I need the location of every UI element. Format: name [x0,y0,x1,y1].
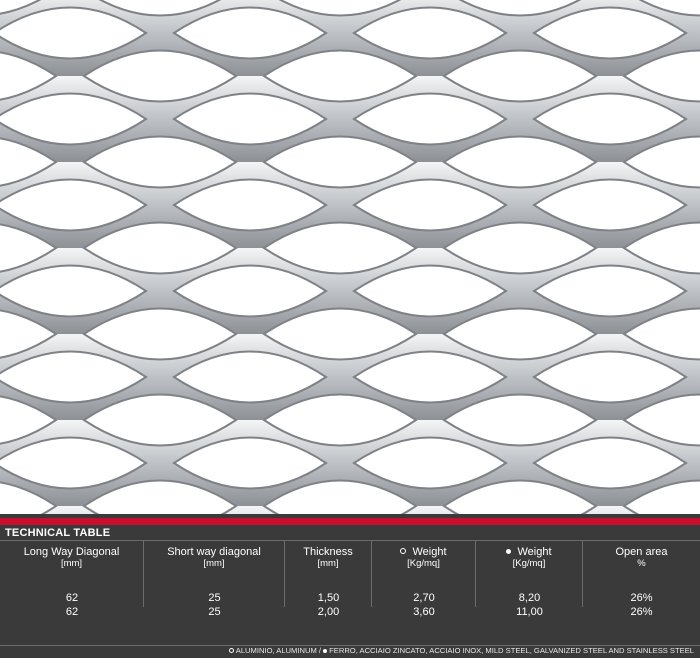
table-cell: 11,00 [516,606,543,618]
material-legend: ALUMINIO, ALUMINUM / FERRO, ACCIAIO ZINC… [228,646,694,655]
table-cell: 1,50 [317,592,340,604]
open-circle-icon [400,548,407,554]
column-label: Long Way Diagonal [23,546,120,558]
table-row: 62 25 1,50 2,70 8,20 26% [0,592,700,604]
expanded-metal-mesh-photo [0,0,700,514]
legend-steel: FERRO, ACCIAIO ZINCATO, ACCIAIO INOX, MI… [329,646,694,655]
table-row: 62 25 2,00 3,60 11,00 26% [0,606,700,618]
column-label: Weight [412,546,447,558]
table-cell: 26% [630,606,653,618]
column-unit: % [637,558,646,569]
table-cell: 25 [208,592,221,604]
filled-circle-icon [506,549,512,554]
legend-aluminium: ALUMINIO, ALUMINUM / [235,646,321,655]
table-cell: 2,70 [413,592,435,604]
table-cell: 26% [630,592,653,604]
table-cell: 3,60 [413,606,435,618]
column-label: Short way diagonal [167,546,261,558]
table-cell: 62 [65,592,79,604]
column-label: Weight [517,546,552,558]
table-cell: 8,20 [518,592,541,604]
column-label: Thickness [303,546,353,558]
open-circle-icon [228,648,234,653]
column-unit: [Kg/mq] [512,558,546,569]
column-unit: [mm] [317,558,339,569]
accent-bar [0,518,700,525]
filled-circle-icon [323,649,328,653]
table-cell: 2,00 [317,606,340,618]
column-unit: [Kg/mq] [407,558,440,569]
technical-table-panel: TECHNICAL TABLE Long Way Diagonal [mm] Sh… [0,514,700,658]
table-cell: 62 [65,606,79,618]
column-unit: [mm] [203,558,225,569]
table-title: TECHNICAL TABLE [5,527,111,539]
table-cell: 25 [208,606,221,618]
column-label: Open area [615,546,668,558]
column-unit: [mm] [60,558,83,569]
